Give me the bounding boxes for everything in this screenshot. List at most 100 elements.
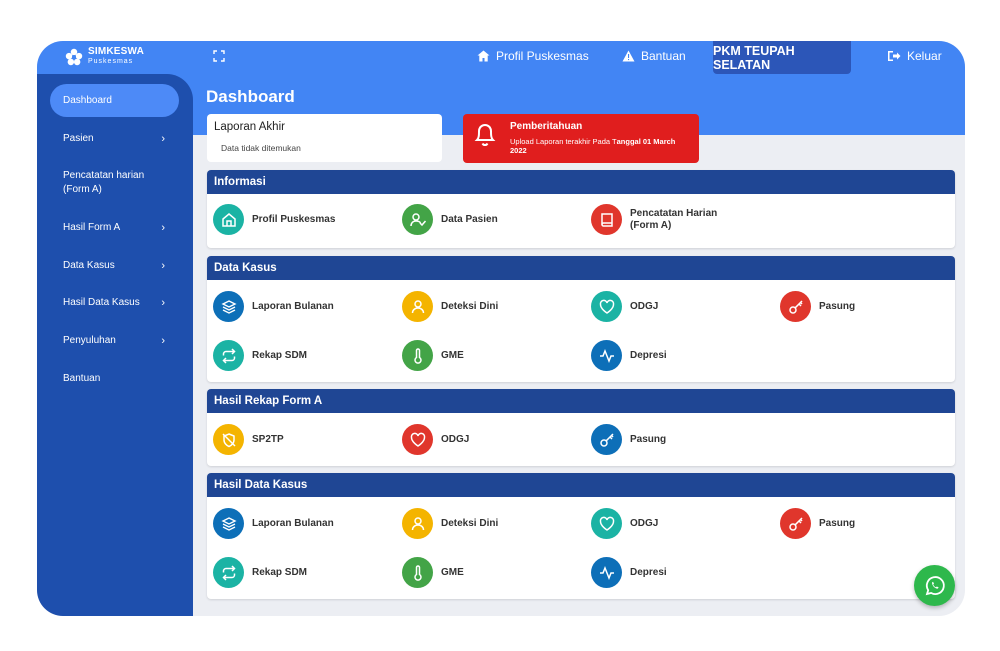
menu-label: Profil Puskesmas: [252, 213, 336, 225]
menu-odgj[interactable]: ODGJ: [591, 291, 658, 322]
sidebar-item-dashboard[interactable]: Dashboard: [50, 84, 179, 117]
sidebar-item-pasien[interactable]: Pasien ›: [50, 122, 179, 155]
menu-label: Rekap SDM: [252, 566, 308, 578]
slash-icon: [213, 424, 244, 455]
menu-label: Deteksi Dini: [441, 517, 499, 529]
app-frame: SIMKESWA Puskesmas Profil Puskesmas Bant…: [37, 41, 965, 616]
repeat-icon: [213, 557, 244, 588]
thermometer-icon: [402, 340, 433, 371]
menu-depresi[interactable]: Depresi: [591, 340, 667, 371]
sidebar-item-hasil-data-kasus[interactable]: Hasil Data Kasus ›: [50, 286, 179, 319]
heart-icon: [591, 508, 622, 539]
menu-hasil-laporan-bulanan[interactable]: Laporan Bulanan: [213, 508, 334, 539]
chevron-right-icon: ›: [161, 132, 165, 145]
panel-hasil-rekap-form-a-title: Hasil Rekap Form A: [207, 389, 955, 413]
logout-label: Keluar: [907, 49, 942, 63]
panel-hasil-data-kasus: Hasil Data Kasus Laporan Bulanan Deteksi…: [207, 473, 955, 599]
menu-hasil-deteksi-dini[interactable]: Deteksi Dini: [402, 508, 498, 539]
menu-label: ODGJ: [441, 433, 470, 445]
user-icon: [402, 508, 433, 539]
menu-label: GME: [441, 566, 464, 578]
sidebar-item-label: Pencatatan harian (Form A): [63, 170, 145, 195]
heart-icon: [402, 424, 433, 455]
sidebar-item-hasil-form-a[interactable]: Hasil Form A ›: [50, 211, 179, 244]
book-icon: [591, 204, 622, 235]
chevron-right-icon: ›: [161, 334, 165, 347]
laporan-akhir-card: Laporan Akhir Data tidak ditemukan: [207, 114, 442, 162]
whatsapp-icon: [925, 575, 945, 595]
brand[interactable]: SIMKESWA Puskesmas: [65, 47, 144, 66]
menu-hasil-pasung[interactable]: Pasung: [780, 508, 855, 539]
menu-rekap-sdm[interactable]: Rekap SDM: [213, 340, 307, 371]
menu-label: Pencatatan Harian (Form A): [630, 207, 718, 231]
logout-icon: [888, 51, 901, 61]
sidebar-item-penyuluhan[interactable]: Penyuluhan ›: [50, 324, 179, 357]
laporan-akhir-text: Data tidak ditemukan: [221, 143, 301, 153]
layers-icon: [213, 291, 244, 322]
notification-message: Upload Laporan terakhir Pada Tanggal 01 …: [510, 137, 690, 155]
sidebar-item-label: Dashboard: [63, 94, 112, 106]
key-icon: [780, 291, 811, 322]
notification-message-a: Upload Laporan terakhir Pada T: [510, 137, 617, 146]
menu-pasung[interactable]: Pasung: [780, 291, 855, 322]
menu-label: Laporan Bulanan: [252, 517, 334, 529]
sidebar-item-label: Data Kasus: [63, 259, 115, 271]
repeat-icon: [213, 340, 244, 371]
menu-data-pasien[interactable]: Data Pasien: [402, 204, 498, 235]
panel-informasi-title: Informasi: [207, 170, 955, 194]
nav-bantuan-label: Bantuan: [641, 49, 686, 63]
laporan-akhir-title: Laporan Akhir: [214, 121, 285, 133]
menu-rekap-pasung[interactable]: Pasung: [591, 424, 666, 455]
activity-icon: [591, 340, 622, 371]
sidebar-item-label: Hasil Data Kasus: [63, 296, 140, 308]
page-title: Dashboard: [206, 87, 295, 106]
sidebar-item-bantuan[interactable]: Bantuan: [50, 362, 179, 395]
panel-data-kasus-title: Data Kasus: [207, 256, 955, 280]
brand-subtitle: Puskesmas: [88, 58, 134, 65]
logo-icon: [65, 48, 83, 66]
sidebar-item-label: Hasil Form A: [63, 221, 121, 233]
menu-label: Data Pasien: [441, 213, 498, 225]
key-icon: [591, 424, 622, 455]
sidebar: Dashboard Pasien › Pencatatan harian (Fo…: [37, 74, 193, 616]
menu-profil-puskesmas[interactable]: Profil Puskesmas: [213, 204, 335, 235]
menu-hasil-rekap-sdm[interactable]: Rekap SDM: [213, 557, 307, 588]
warning-icon: [622, 50, 635, 62]
menu-hasil-depresi[interactable]: Depresi: [591, 557, 667, 588]
heart-icon: [591, 291, 622, 322]
menu-laporan-bulanan[interactable]: Laporan Bulanan: [213, 291, 334, 322]
menu-deteksi-dini[interactable]: Deteksi Dini: [402, 291, 498, 322]
sidebar-item-pencatatan-harian[interactable]: Pencatatan harian (Form A): [50, 166, 179, 200]
menu-label: SP2TP: [252, 433, 284, 445]
menu-label: Pasung: [630, 433, 667, 445]
bell-icon: [474, 124, 496, 146]
panel-informasi: Informasi Profil Puskesmas Data Pasien P…: [207, 170, 955, 248]
chevron-right-icon: ›: [161, 296, 165, 309]
whatsapp-button[interactable]: [914, 565, 955, 606]
menu-hasil-odgj[interactable]: ODGJ: [591, 508, 658, 539]
notification-title: Pemberitahuan: [510, 121, 583, 132]
menu-label: ODGJ: [630, 300, 659, 312]
fullscreen-icon[interactable]: [213, 50, 225, 62]
sidebar-item-label: Bantuan: [63, 372, 101, 384]
panel-hasil-rekap-form-a: Hasil Rekap Form A SP2TP ODGJ Pasung: [207, 389, 955, 466]
chevron-right-icon: ›: [161, 221, 165, 234]
nav-profil-label: Profil Puskesmas: [496, 49, 589, 63]
user-check-icon: [402, 204, 433, 235]
menu-label: Deteksi Dini: [441, 300, 499, 312]
sidebar-item-data-kasus[interactable]: Data Kasus ›: [50, 249, 179, 282]
nav-profil-puskesmas[interactable]: Profil Puskesmas: [477, 49, 589, 63]
menu-hasil-gme[interactable]: GME: [402, 557, 464, 588]
menu-rekap-odgj[interactable]: ODGJ: [402, 424, 469, 455]
menu-sp2tp[interactable]: SP2TP: [213, 424, 284, 455]
nav-bantuan[interactable]: Bantuan: [622, 49, 686, 63]
menu-label: Laporan Bulanan: [252, 300, 334, 312]
puskesmas-name-badge[interactable]: PKM TEUPAH SELATAN: [713, 41, 851, 74]
menu-gme[interactable]: GME: [402, 340, 464, 371]
menu-label: ODGJ: [630, 517, 659, 529]
menu-label: Depresi: [630, 349, 667, 361]
menu-pencatatan-harian[interactable]: Pencatatan Harian (Form A): [591, 204, 717, 235]
logout-link[interactable]: Keluar: [887, 49, 942, 63]
sidebar-item-label: Pasien: [63, 132, 94, 144]
activity-icon: [591, 557, 622, 588]
